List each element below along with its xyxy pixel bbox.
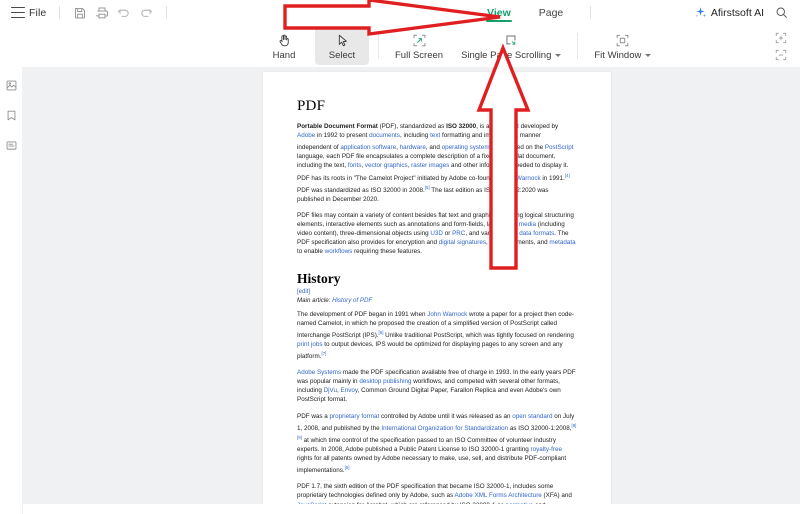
document-paragraph-3: The development of PDF began in 1991 whe… [297, 310, 575, 361]
link-postscript[interactable]: PostScript [545, 144, 574, 151]
link-djvu[interactable]: DjVu [324, 387, 337, 394]
link-desktop-publishing[interactable]: desktop publishing [359, 378, 411, 385]
ribbon-tool-group: Hand Select Full Screen Single Page Scro… [255, 25, 660, 67]
afirstsoft-ai-label: Afirstsoft AI [710, 6, 764, 19]
document-paragraph-4: Adobe Systems made the PDF specification… [297, 369, 576, 404]
file-menu-label: File [29, 6, 47, 19]
full-screen-button[interactable]: Full Screen [388, 27, 450, 65]
link-john-warnock-2[interactable]: John Warnock [427, 311, 467, 318]
link-proprietary-format[interactable]: proprietary format [330, 413, 380, 420]
menu-bar: File View Page Afirstsoft AI [0, 0, 800, 25]
chevron-down-icon[interactable] [555, 53, 562, 57]
link-fonts[interactable]: fonts [348, 162, 362, 169]
document-paragraph-2: PDF files may contain a variety of conte… [297, 212, 576, 256]
tab-view[interactable]: View [480, 0, 518, 25]
cursor-arrow-icon [335, 32, 350, 49]
link-adobe[interactable]: Adobe [297, 132, 315, 139]
page-scrolling-icon [504, 32, 519, 49]
hand-tool-button[interactable]: Hand [257, 27, 311, 65]
link-digital-signatures[interactable]: digital signatures [439, 239, 486, 246]
link-documents[interactable]: documents [369, 132, 400, 139]
link-adobe-xml-forms-architecture[interactable]: Adobe XML Forms Architecture [455, 492, 542, 499]
link-iso[interactable]: International Organization for Standardi… [381, 425, 508, 432]
select-tool-button[interactable]: Select [315, 27, 369, 65]
link-metadata[interactable]: metadata [549, 239, 575, 246]
link-application-software[interactable]: application software [340, 144, 396, 151]
file-menu-button[interactable]: File [0, 2, 50, 24]
link-raster-images[interactable]: raster images [411, 162, 449, 169]
edit-link[interactable]: [edit] [297, 289, 577, 295]
zoom-in-icon[interactable] [774, 31, 788, 45]
search-icon[interactable] [770, 2, 792, 24]
thumbnails-icon[interactable] [3, 77, 19, 93]
page-scrolling-button[interactable]: Single Page Scrolling [454, 27, 568, 65]
fit-window-label: Fit Window [594, 50, 652, 61]
print-icon[interactable] [91, 2, 113, 24]
menu-divider-2 [166, 6, 168, 19]
redo-icon[interactable] [135, 2, 157, 24]
hand-tool-label: Hand [272, 49, 296, 61]
link-envoy[interactable]: Envoy [341, 387, 358, 394]
left-sidebar-rail [0, 67, 23, 514]
rectangular-snip-icon [318, 480, 331, 493]
page-scrolling-label: Single Page Scrolling [461, 50, 562, 61]
zoom-out-icon[interactable] [774, 48, 788, 62]
ribbon-divider-2 [577, 33, 579, 59]
rectangular-snip-label: Rectangular Snip [337, 482, 406, 492]
bookmarks-icon[interactable] [3, 107, 19, 123]
link-adobe-systems[interactable]: Adobe Systems [297, 369, 341, 376]
link-history-of-pdf[interactable]: History of PDF [332, 297, 372, 304]
link-hardware[interactable]: hardware [400, 144, 426, 151]
fit-window-icon [615, 32, 630, 49]
hand-icon [277, 32, 292, 49]
pdf-reader-window: File View Page Afirstsoft AI Hand Select… [0, 0, 800, 514]
sparkle-icon [694, 6, 707, 19]
pdf-page: PDF Portable Document Format (PDF), stan… [263, 72, 611, 504]
history-heading: History [297, 270, 341, 286]
link-rich-media[interactable]: rich media [507, 221, 536, 228]
chevron-down-icon[interactable] [645, 53, 652, 57]
document-title: PDF [297, 98, 326, 114]
menu-divider-3 [590, 6, 592, 19]
menu-bar-right-group: Afirstsoft AI [694, 0, 792, 25]
document-paragraph-1: Portable Document Format (PDF), standard… [297, 123, 574, 203]
link-prc[interactable]: PRC [452, 230, 465, 237]
link-open-standard[interactable]: open standard [512, 413, 552, 420]
link-vector-graphics[interactable]: vector graphics [365, 162, 408, 169]
save-icon[interactable] [69, 2, 91, 24]
link-format[interactable]: format [501, 123, 519, 130]
link-john-warnock[interactable]: John Warnock [501, 175, 541, 182]
link-u3d[interactable]: U3D [430, 230, 443, 237]
ribbon-divider-1 [378, 33, 379, 59]
tab-page-label: Page [538, 6, 564, 19]
ribbon-zoom-group [774, 25, 788, 67]
ribbon-toolbar: Hand Select Full Screen Single Page Scro… [0, 25, 800, 68]
hamburger-icon [11, 7, 25, 18]
undo-icon[interactable] [113, 2, 135, 24]
full-screen-icon [412, 32, 427, 49]
select-tool-label: Select [328, 49, 356, 61]
full-screen-label: Full Screen [395, 49, 444, 61]
link-operating-systems[interactable]: operating systems [442, 144, 493, 151]
tab-page[interactable]: Page [532, 0, 571, 25]
link-text[interactable]: text [430, 132, 440, 139]
afirstsoft-ai-button[interactable]: Afirstsoft AI [694, 6, 764, 19]
document-viewport[interactable]: PDF Portable Document Format (PDF), stan… [22, 67, 800, 504]
link-data-formats[interactable]: data formats [519, 230, 554, 237]
document-paragraph-5: PDF was a proprietary format controlled … [297, 412, 577, 475]
menu-divider-1 [59, 6, 61, 19]
link-workflows[interactable]: workflows [325, 248, 353, 255]
main-article-note: Main article: History of PDF [297, 297, 577, 304]
fit-window-button[interactable]: Fit Window [587, 27, 658, 65]
rectangular-snip-ghost: Rectangular Snip [318, 480, 406, 493]
menu-tabs: View Page [480, 0, 600, 25]
main-article-prefix: Main article: [297, 296, 333, 304]
tab-view-label: View [487, 6, 511, 19]
menu-bar-left-group: File [0, 0, 176, 25]
link-royalty-free[interactable]: royalty-free [531, 446, 563, 453]
outline-icon[interactable] [3, 137, 19, 153]
link-print-jobs[interactable]: print jobs [297, 341, 323, 348]
